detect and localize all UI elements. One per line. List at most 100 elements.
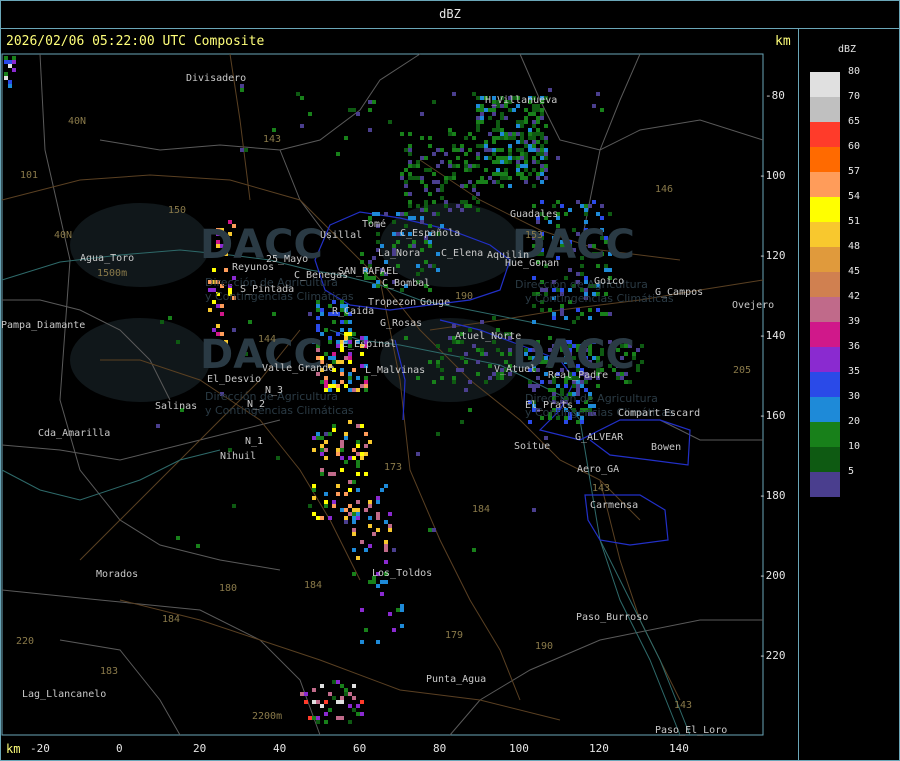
legend-swatch [810, 272, 840, 297]
place-label: Compart [618, 408, 661, 419]
place-label: Hue_Gonan [505, 258, 560, 269]
y-tick: -160 [759, 409, 786, 422]
road-number: 220 [16, 636, 35, 647]
road-number: 146 [655, 184, 674, 195]
place-label: Cda_Amarilla [38, 428, 111, 439]
elevation-label: 2200m [252, 711, 283, 722]
road-number: 184 [304, 580, 323, 591]
place-label: Divisadero [186, 73, 247, 84]
legend-label: 42 [848, 291, 861, 302]
y-tick: -140 [759, 329, 786, 342]
legend-label: 10 [848, 441, 861, 452]
road-number: 101 [20, 170, 39, 181]
legend-label: 57 [848, 166, 861, 177]
place-label: N_3 [265, 385, 284, 396]
radar-map[interactable] [0, 0, 900, 761]
legend-label: 54 [848, 191, 861, 202]
legend-label: 30 [848, 391, 861, 402]
place-label: Real_Padre [548, 370, 609, 381]
x-tick: 20 [193, 742, 207, 755]
legend-swatch [810, 147, 840, 172]
legend-swatch [810, 322, 840, 347]
legend-swatch [810, 122, 840, 147]
place-label: Agua_Toro [80, 253, 135, 264]
place-label: H_Villanueva [485, 95, 558, 106]
place-label: Lag_Llancanelo [22, 689, 107, 700]
place-label: Usillal [320, 230, 363, 241]
y-tick: -120 [759, 249, 786, 262]
place-label: Goico [594, 276, 625, 287]
place-label: E_Espinal [342, 339, 397, 350]
place-label: 25_Mayo [266, 254, 309, 265]
x-tick: -20 [30, 742, 50, 755]
x-tick: 140 [669, 742, 689, 755]
place-label: Pampa_Diamante [1, 320, 86, 331]
y-tick: -180 [759, 489, 786, 502]
road-number: 179 [445, 630, 464, 641]
road-number: 205 [733, 365, 752, 376]
place-label: N_2 [247, 399, 266, 410]
place-label: Nihuil [220, 451, 257, 462]
road-number: 190 [535, 641, 554, 652]
x-tick: 0 [116, 742, 123, 755]
legend-label: 80 [848, 66, 861, 77]
place-label: Tropezon [368, 297, 417, 308]
legend-label: 65 [848, 116, 861, 127]
place-label: C_Española [400, 228, 461, 239]
place-label: G_Rosas [380, 318, 423, 329]
y-tick: -100 [759, 169, 786, 182]
watermark-subtitle: y Contingencias Climáticas [525, 292, 674, 305]
legend-label: 35 [848, 366, 861, 377]
place-label: G_Campos [655, 287, 704, 298]
road-number: 173 [384, 462, 403, 473]
legend-swatch [810, 397, 840, 422]
place-label: Salinas [155, 401, 198, 412]
road-number: 183 [100, 666, 119, 677]
legend-swatch [810, 347, 840, 372]
legend-swatch [810, 297, 840, 322]
watermark-subtitle: Dirección de Agricultura [515, 278, 648, 291]
timestamp-label: 2026/02/06 05:22:00 UTC Composite [6, 34, 265, 49]
place-label: Escard [664, 408, 701, 419]
place-label: Ovejero [732, 300, 775, 311]
road-number: 40N [68, 116, 87, 127]
y-tick: -220 [759, 649, 786, 662]
place-label: Los_Toldos [372, 568, 433, 579]
x-tick: 100 [509, 742, 529, 755]
place-label: Morados [96, 569, 139, 580]
road-number: 150 [168, 205, 187, 216]
legend-label: 39 [848, 316, 861, 327]
legend-label: 20 [848, 416, 861, 427]
x-tick: 80 [433, 742, 447, 755]
place-label: SAN_RAFAEL [338, 266, 399, 277]
place-label: S_Pintada [240, 284, 295, 295]
place-label: L_Malvinas [365, 365, 426, 376]
place-label: Tomé [362, 219, 387, 230]
place-label: G_ALVEAR [575, 432, 624, 443]
place-label: N_1 [245, 436, 264, 447]
place-label: Atuel_Norte [455, 331, 522, 342]
elevation-label: 1500m [97, 268, 128, 279]
legend-swatch [810, 372, 840, 397]
legend-swatch [810, 422, 840, 447]
road-number: 180 [219, 583, 238, 594]
legend-label: 70 [848, 91, 861, 102]
road-number: 153 [525, 230, 544, 241]
place-label: Paso_Burroso [576, 612, 649, 623]
place-label: V_Atuel [494, 364, 537, 375]
road-number: 143 [674, 700, 693, 711]
place-label: El_Prats [525, 400, 574, 411]
road-number: 184 [472, 504, 491, 515]
legend-label: 48 [848, 241, 861, 252]
place-label: Paso_El_Loro [655, 725, 728, 736]
place-label: Soitue [514, 441, 551, 452]
legend-label: 36 [848, 341, 861, 352]
legend-swatch [810, 97, 840, 122]
road-number: 40N [54, 230, 73, 241]
road-number: 144 [258, 334, 277, 345]
place-label: Bowen [651, 442, 682, 453]
place-label: Punta_Agua [426, 674, 487, 685]
x-tick: 120 [589, 742, 609, 755]
unit-label-top: km [775, 34, 791, 49]
place-label: Gouge [420, 297, 451, 308]
